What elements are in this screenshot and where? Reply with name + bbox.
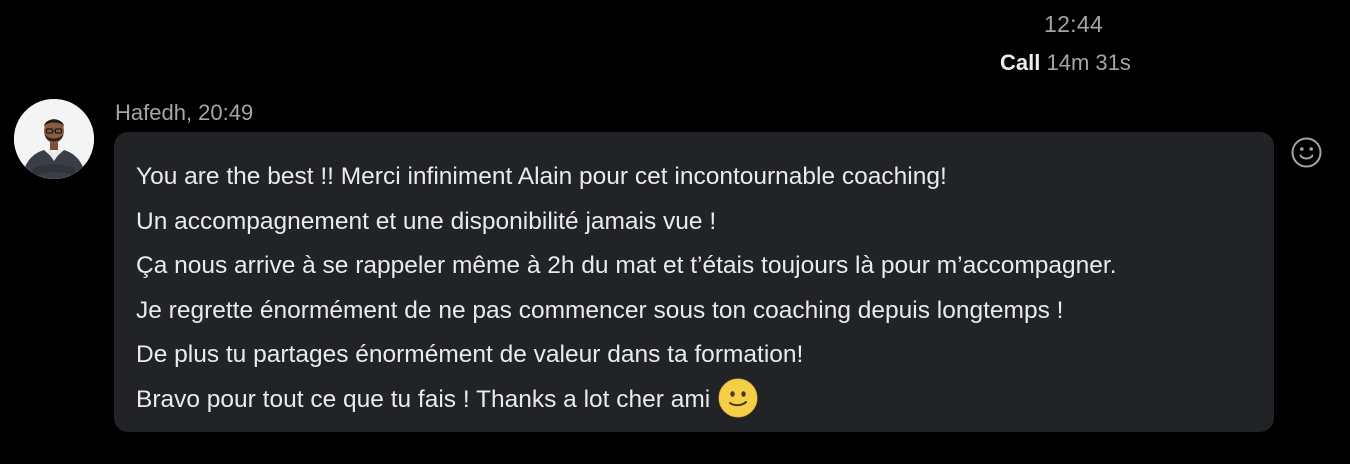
add-reaction-smiley-icon	[1291, 137, 1322, 168]
avatar[interactable]	[14, 99, 94, 179]
add-reaction-button[interactable]	[1290, 136, 1323, 169]
call-summary[interactable]: Call 14m 31s	[1000, 50, 1131, 76]
call-label: Call	[1000, 50, 1041, 75]
message-line-text: Bravo pour tout ce que tu fais ! Thanks …	[136, 385, 711, 413]
message-bubble[interactable]: You are the best !! Merci infiniment Ala…	[114, 132, 1274, 432]
message-line: De plus tu partages énormément de valeur…	[136, 341, 804, 368]
message-line: Je regrette énormément de ne pas commenc…	[136, 296, 1064, 324]
message-line: Un accompagnement et une disponibilité j…	[136, 207, 717, 235]
message-line: Ça nous arrive à se rappeler même à 2h d…	[136, 252, 1117, 279]
slightly-smiling-face-icon	[718, 378, 758, 417]
call-timestamp: 12:44	[1044, 11, 1104, 37]
message-line-last: Bravo pour tout ce que tu fais ! Thanks …	[136, 378, 1274, 423]
message-sender-timestamp: Hafedh, 20:49	[115, 100, 254, 125]
chat-view: 12:44 Call 14m 31s Hafedh, 20:49 You are…	[0, 0, 1350, 464]
message-line: You are the best !! Merci infiniment Ala…	[136, 163, 947, 190]
user-avatar-image	[14, 99, 94, 179]
call-duration: 14m 31s	[1046, 50, 1131, 75]
